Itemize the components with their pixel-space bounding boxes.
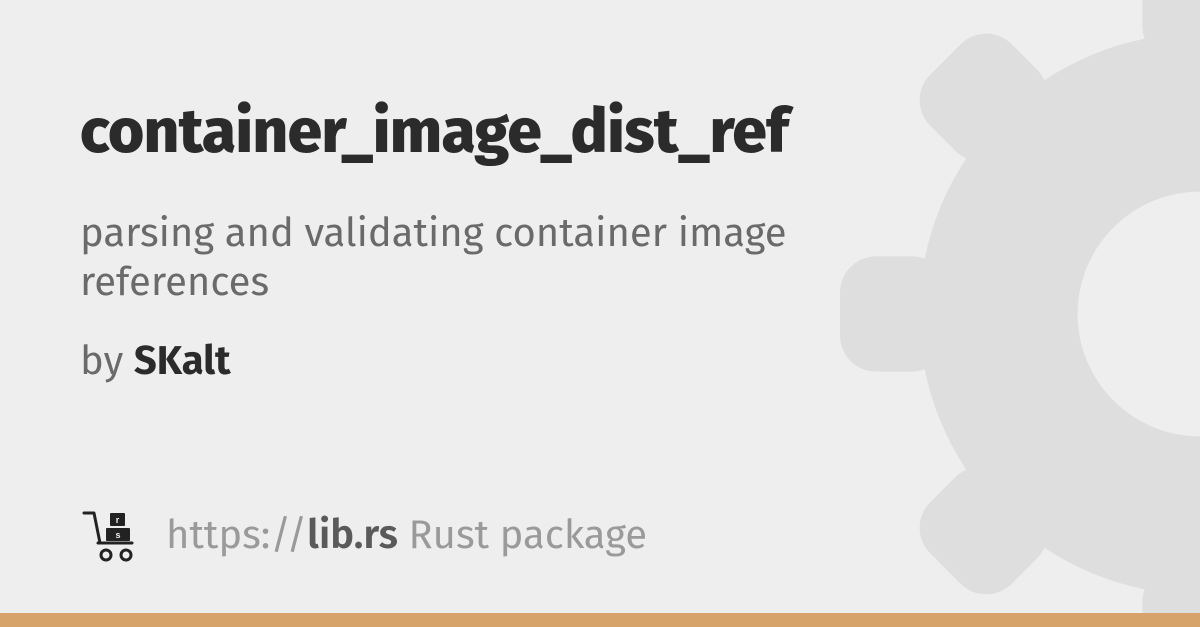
package-title: container_image_dist_ref	[80, 100, 880, 165]
site-footer: r s https://lib.rs Rust package	[80, 503, 647, 567]
package-card: container_image_dist_ref parsing and val…	[80, 100, 880, 385]
site-host: lib.rs	[307, 511, 398, 559]
package-byline: by SKalt	[80, 337, 880, 385]
site-url-prefix: https://	[166, 511, 307, 559]
svg-text:r: r	[116, 515, 120, 525]
librs-logo-icon: r s	[80, 503, 144, 567]
package-description: parsing and validating container image r…	[80, 209, 800, 307]
package-author: SKalt	[134, 337, 231, 385]
site-suffix: Rust package	[398, 511, 647, 559]
by-prefix: by	[80, 337, 134, 385]
gear-decoration	[840, 0, 1200, 627]
gear-icon	[840, 0, 1200, 627]
site-line: https://lib.rs Rust package	[166, 511, 647, 559]
accent-bar	[0, 613, 1200, 627]
svg-text:s: s	[115, 530, 120, 540]
